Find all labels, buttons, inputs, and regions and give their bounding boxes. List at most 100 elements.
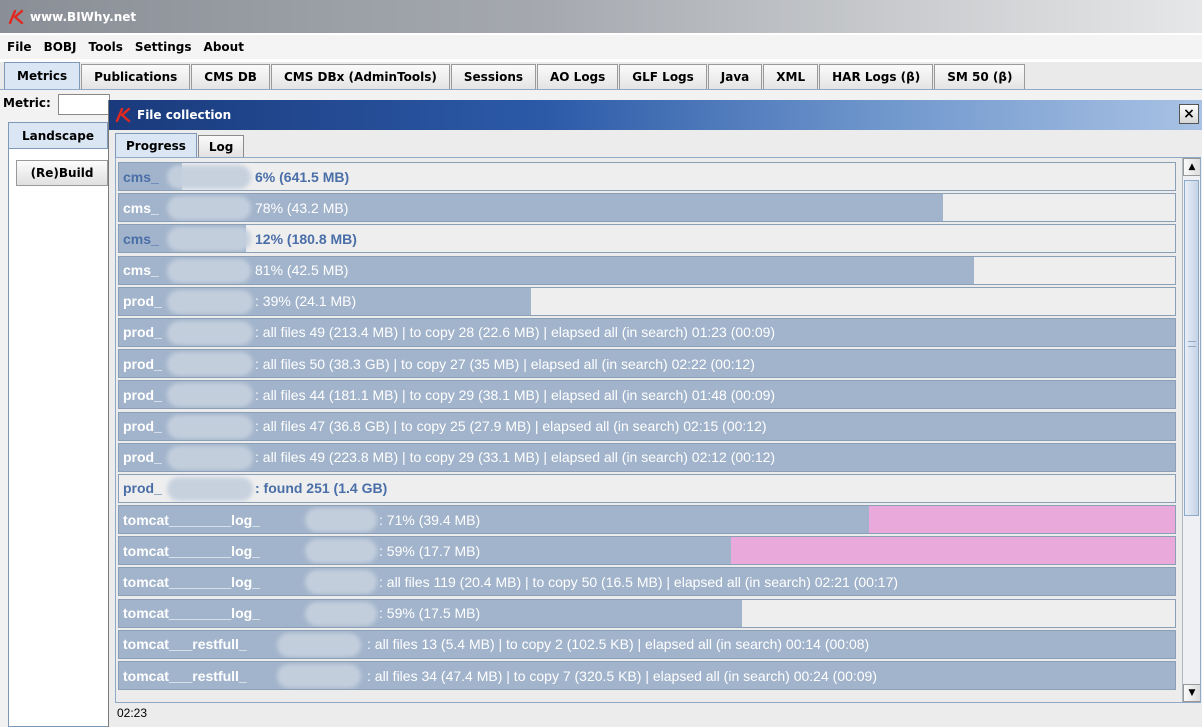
tab-ao-logs[interactable]: AO Logs	[537, 64, 619, 89]
progress-row: tomcat___restfull_: all files 34 (47.4 M…	[118, 661, 1176, 690]
progress-status: : all files 119 (20.4 MB) | to copy 50 (…	[379, 573, 899, 590]
progress-status: : 71% (39.4 MB)	[379, 511, 481, 528]
progress-status: : found 251 (1.4 GB)	[255, 480, 388, 497]
redacted-region	[167, 352, 253, 377]
progress-status: 6% (641.5 MB)	[255, 168, 350, 185]
dialog-tab-bar: Progress Log	[115, 133, 245, 157]
tab-publications[interactable]: Publications	[81, 64, 191, 89]
progress-status: : all files 47 (36.8 GB) | to copy 25 (2…	[255, 418, 767, 434]
tab-progress[interactable]: Progress	[115, 133, 197, 157]
redacted-region	[167, 320, 253, 345]
progress-row: prod_: all files 47 (36.8 GB) | to copy …	[118, 411, 1176, 441]
progress-row: prod_: all files 49 (223.8 MB) | to copy…	[118, 442, 1176, 472]
progress-extra-fill	[868, 506, 1175, 534]
progress-row-text: tomcat___restfull_: all files 13 (5.4 MB…	[123, 631, 869, 658]
tab-cms-db[interactable]: CMS DB	[191, 64, 270, 89]
dialog-title-bar[interactable]: File collection ×	[109, 100, 1202, 130]
biwhy-logo-icon	[115, 107, 131, 123]
progress-status: : all files 44 (181.1 MB) | to copy 29 (…	[255, 386, 776, 403]
tab-glf-logs[interactable]: GLF Logs	[619, 64, 707, 89]
grip-icon	[1188, 341, 1196, 347]
biwhy-logo-icon	[8, 9, 24, 24]
redacted-region	[305, 570, 377, 595]
metric-input[interactable]	[58, 94, 110, 115]
progress-status: 81% (42.5 MB)	[255, 262, 349, 279]
progress-row-text: tomcat___restfull_: all files 34 (47.4 M…	[123, 662, 877, 689]
progress-row: tomcat________log_: all files 119 (20.4 …	[118, 567, 1176, 597]
progress-row: cms_ 78% (43.2 MB)	[118, 193, 1176, 223]
redacted-region	[305, 539, 377, 564]
progress-row: tomcat________log_: 71% (39.4 MB)	[118, 505, 1176, 535]
scroll-down-icon[interactable]: ▼	[1183, 684, 1200, 702]
progress-rows: cms_ 6% (641.5 MB) cms_ 78% (43.2 MB) cms_ 12…	[118, 162, 1178, 692]
progress-row: prod_: found 251 (1.4 GB)	[118, 473, 1176, 503]
tab-log[interactable]: Log	[197, 135, 245, 157]
redacted-region	[167, 196, 251, 221]
progress-status: : 39% (24.1 MB)	[255, 293, 357, 310]
progress-row: prod_: all files 50 (38.3 GB) | to copy …	[118, 349, 1176, 379]
progress-list: cms_ 6% (641.5 MB) cms_ 78% (43.2 MB) cms_ 12…	[115, 157, 1201, 703]
progress-status: : all files 34 (47.4 MB) | to copy 7 (32…	[367, 667, 877, 684]
redacted-region	[277, 632, 361, 657]
progress-status: : all files 49 (223.8 MB) | to copy 29 (…	[255, 449, 776, 466]
progress-row: tomcat________log_: 59% (17.5 MB)	[118, 598, 1176, 628]
progress-row-text: tomcat________log_: 71% (39.4 MB)	[123, 506, 480, 533]
redacted-region	[277, 664, 361, 688]
menu-file[interactable]: File	[7, 40, 32, 54]
tab-xml[interactable]: XML	[763, 64, 819, 89]
progress-row: cms_ 12% (180.8 MB)	[118, 224, 1176, 254]
landscape-panel	[8, 148, 110, 727]
redacted-region	[167, 165, 251, 189]
progress-row-text: tomcat________log_: 59% (17.5 MB)	[123, 600, 480, 627]
progress-status: 12% (180.8 MB)	[255, 230, 357, 247]
tab-har-logs[interactable]: HAR Logs (β)	[819, 64, 934, 89]
progress-row-text: prod_: found 251 (1.4 GB)	[123, 475, 387, 502]
scroll-up-icon[interactable]: ▲	[1183, 158, 1200, 176]
progress-row: prod_: all files 44 (181.1 MB) | to copy…	[118, 380, 1176, 410]
progress-status: : 59% (17.7 MB)	[379, 542, 481, 559]
redacted-region	[167, 227, 251, 252]
progress-row: prod_: 39% (24.1 MB)	[118, 286, 1176, 316]
file-collection-dialog: File collection × Progress Log cms_ 6% (6…	[108, 100, 1202, 727]
elapsed-time: 02:23	[117, 706, 148, 720]
progress-row-text: tomcat________log_: all files 119 (20.4 …	[123, 568, 898, 595]
menu-bobj[interactable]: BOBJ	[44, 40, 77, 54]
progress-status: : all files 50 (38.3 GB) | to copy 27 (3…	[255, 355, 755, 372]
main-tab-bar: Metrics Publications CMS DB CMS DBx (Adm…	[0, 62, 1202, 90]
redacted-region	[167, 414, 253, 439]
rebuild-button[interactable]: (Re)Build	[16, 160, 108, 186]
close-button[interactable]: ×	[1179, 104, 1199, 124]
tab-sm50[interactable]: SM 50 (β)	[934, 64, 1026, 89]
redacted-region	[167, 289, 253, 314]
redacted-region	[167, 383, 253, 408]
redacted-region	[305, 601, 377, 626]
tab-java[interactable]: Java	[707, 64, 763, 89]
progress-row-text: tomcat________log_: 59% (17.7 MB)	[123, 537, 480, 564]
progress-status: : all files 13 (5.4 MB) | to copy 2 (102…	[367, 636, 870, 653]
tab-landscape[interactable]: Landscape	[8, 122, 108, 148]
progress-status: : 59% (17.5 MB)	[379, 605, 481, 622]
app-title-bar: www.BIWhy.net	[0, 0, 1202, 33]
menu-settings[interactable]: Settings	[135, 40, 192, 54]
tab-cms-dbx[interactable]: CMS DBx (AdminTools)	[270, 64, 450, 89]
progress-status: 78% (43.2 MB)	[255, 199, 349, 216]
menu-bar: File BOBJ Tools Settings About	[0, 35, 1202, 59]
progress-row: tomcat________log_: 59% (17.7 MB)	[118, 536, 1176, 566]
progress-status: : all files 49 (213.4 MB) | to copy 28 (…	[255, 324, 776, 341]
menu-tools[interactable]: Tools	[89, 40, 123, 54]
redacted-region	[167, 445, 253, 470]
close-icon: ×	[1183, 106, 1195, 122]
redacted-region	[167, 258, 251, 283]
dialog-title: File collection	[137, 108, 232, 122]
menu-about[interactable]: About	[204, 40, 244, 54]
tab-metrics[interactable]: Metrics	[4, 62, 81, 89]
metric-label: Metric:	[3, 96, 51, 110]
redacted-region	[167, 476, 253, 501]
progress-row: prod_: all files 49 (213.4 MB) | to copy…	[118, 317, 1176, 347]
app-title: www.BIWhy.net	[30, 9, 137, 24]
scroll-thumb[interactable]	[1184, 180, 1199, 516]
vertical-scrollbar[interactable]: ▲ ▼	[1182, 158, 1200, 702]
progress-row: cms_ 81% (42.5 MB)	[118, 255, 1176, 285]
progress-extra-fill	[731, 537, 1175, 565]
tab-sessions[interactable]: Sessions	[450, 64, 536, 89]
